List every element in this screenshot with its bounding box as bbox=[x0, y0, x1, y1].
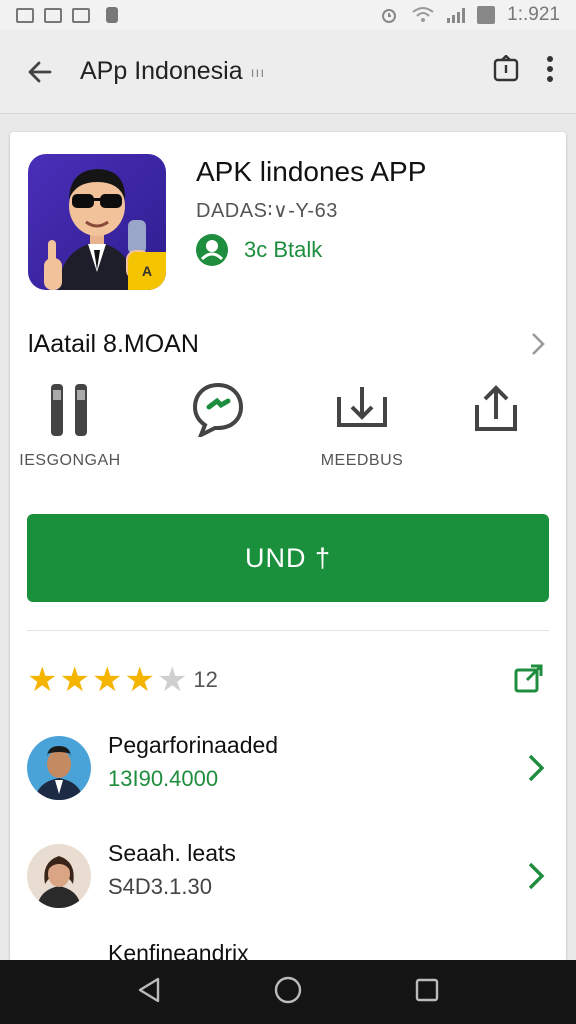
avatar bbox=[27, 844, 91, 908]
app-detail-card: A APK lindones APP DADAS∶∨-Y-63 3c Btalk… bbox=[10, 132, 566, 962]
page-title: APp Indonesia bbox=[80, 57, 243, 85]
action-chat[interactable] bbox=[158, 378, 278, 478]
signal-icon bbox=[447, 7, 466, 23]
star-rating: ★ ★ ★ ★ ★ bbox=[27, 663, 187, 697]
divider bbox=[27, 630, 549, 631]
app-icon: A bbox=[28, 154, 166, 290]
detail-label: lAatail 8.MOAN bbox=[28, 329, 199, 358]
list-item-title: Pegarforinaaded bbox=[108, 732, 279, 758]
system-nav-bar bbox=[0, 960, 576, 1024]
star-icon: ★ bbox=[124, 661, 155, 699]
upload-share-icon bbox=[475, 385, 517, 431]
list-item[interactable]: Pegarforinaaded 13I90.4000 bbox=[27, 732, 549, 802]
toolbar: APp Indonesia ııı bbox=[0, 30, 576, 114]
chevron-right-icon bbox=[532, 333, 545, 355]
status-time: 1:.921 bbox=[507, 4, 560, 25]
list-item-value: 13I90.4000 bbox=[108, 766, 219, 791]
earphones-icon bbox=[51, 384, 87, 436]
app-badge: A bbox=[128, 252, 166, 290]
app-name: APK lindones APP bbox=[196, 156, 427, 187]
action-share[interactable] bbox=[436, 378, 556, 478]
chevron-right-icon bbox=[528, 862, 545, 890]
action-label: MEEDBUS bbox=[320, 452, 404, 469]
image-notification-icon bbox=[44, 7, 62, 23]
overflow-menu-button[interactable] bbox=[546, 55, 554, 88]
star-icon: ★ bbox=[156, 661, 188, 699]
nav-recents-button[interactable] bbox=[414, 977, 440, 1008]
status-bar: 1:.921 bbox=[0, 0, 576, 30]
star-icon: ★ bbox=[27, 661, 58, 699]
developer-name[interactable]: DADAS∶∨-Y-63 bbox=[196, 198, 338, 223]
sd-card-icon bbox=[106, 7, 118, 23]
avatar bbox=[27, 736, 91, 800]
nav-home-button[interactable] bbox=[273, 975, 303, 1010]
wifi-icon bbox=[412, 7, 434, 22]
open-external-button[interactable] bbox=[513, 662, 545, 699]
image-notification-icon bbox=[16, 7, 34, 23]
share-box-icon bbox=[493, 54, 519, 82]
install-button[interactable]: UND † bbox=[27, 514, 549, 602]
action-label: IESGONGAH bbox=[19, 452, 121, 469]
more-vert-icon bbox=[547, 56, 553, 82]
download-icon bbox=[337, 387, 387, 427]
arrow-back-icon bbox=[28, 61, 52, 82]
nav-back-button[interactable] bbox=[136, 976, 162, 1009]
contact-row[interactable]: 3c Btalk bbox=[194, 232, 322, 268]
list-item[interactable]: Seaah. leats S4D3.1.30 bbox=[27, 840, 549, 910]
list-item-value: S4D3.1.30 bbox=[108, 874, 212, 899]
open-external-icon bbox=[514, 664, 543, 692]
app-detail-row[interactable]: lAatail 8.MOAN bbox=[28, 324, 548, 364]
notification-icons bbox=[16, 7, 118, 23]
nav-home-icon bbox=[274, 976, 302, 1003]
battery-icon bbox=[477, 6, 496, 24]
rating-row: ★ ★ ★ ★ ★ 12 bbox=[27, 662, 549, 698]
page-subtitle: ııı bbox=[250, 63, 266, 80]
contact-label: 3c Btalk bbox=[244, 237, 323, 262]
contact-icon bbox=[196, 234, 228, 266]
nav-recents-icon bbox=[416, 978, 439, 1001]
nav-back-icon bbox=[138, 977, 159, 1002]
share-button[interactable] bbox=[492, 54, 520, 88]
star-icon: ★ bbox=[59, 661, 90, 699]
back-button[interactable] bbox=[0, 30, 80, 114]
list-item-title: Seaah. leats bbox=[108, 840, 236, 866]
action-headphones[interactable]: IESGONGAH bbox=[10, 378, 130, 478]
chat-bubble-icon bbox=[192, 382, 244, 437]
alarm-icon bbox=[382, 9, 397, 23]
rating-count: 12 bbox=[193, 667, 218, 692]
image-notification-icon bbox=[72, 7, 90, 23]
action-row: IESGONGAH MEEDBUS bbox=[10, 378, 566, 478]
star-icon: ★ bbox=[91, 661, 123, 699]
chevron-right-icon bbox=[528, 754, 545, 782]
list-item-title-partial: Kenfineandrix bbox=[108, 940, 249, 962]
action-download[interactable]: MEEDBUS bbox=[302, 378, 422, 478]
